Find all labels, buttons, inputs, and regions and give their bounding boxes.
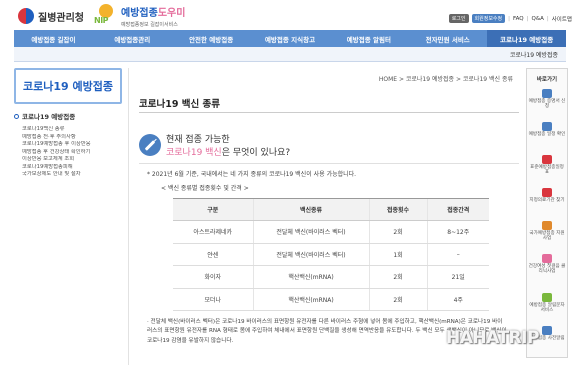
- nip-subtitle: 예방접종정보 길잡이서비스: [121, 22, 178, 28]
- cell-doses: 2회: [368, 220, 427, 244]
- table-header-row: 구분 백신종류 접종횟수 접종간격: [173, 198, 489, 221]
- breadcrumb[interactable]: HOME > 코로나19 예방접종 > 코로나19 백신 종류: [379, 74, 513, 83]
- sidebar-item-injury[interactable]: 코로나19예방접종피해: [22, 164, 122, 172]
- sidebar-menu: 코로나19백신 종류 예방접종 전·후 주의사항 코로나19예방접종 후 이상반…: [22, 126, 122, 179]
- cell-name: 화이자: [173, 265, 253, 289]
- quick-item-sms-alert[interactable]: 예방접종 알림문자 서비스: [527, 293, 567, 314]
- table-row: 화이자 핵산백신(mRNA) 2회 21일: [173, 265, 489, 289]
- faq-link[interactable]: FAQ: [513, 16, 524, 22]
- nav-item-knowledge[interactable]: 예방접종 지식창고: [251, 30, 330, 47]
- utility-links: 로그인 회원정보수정 | FAQ | Q&A | 사이트맵: [448, 14, 572, 23]
- sidebar-item-report-lookup[interactable]: 이상반응 보고체계 조회: [22, 156, 122, 164]
- quick-item-support-program[interactable]: 국가예방접종 지원사업: [527, 221, 567, 242]
- cell-name: 모더나: [173, 288, 253, 312]
- cell-interval: –: [426, 243, 489, 267]
- sub-nav-bar: 코로나19 예방접종: [14, 47, 566, 62]
- quick-item-women-clinic[interactable]: 건강여성 첫걸음 클리닉사업: [527, 254, 567, 275]
- schedule-icon: [542, 155, 552, 164]
- quick-menu: 바로가기 예방접종 증명서 신청 예방접종 일정 확인 표준예방접종일정표 지정…: [526, 68, 568, 358]
- nav-item-safety[interactable]: 안전한 예방접종: [172, 30, 251, 47]
- cell-doses: 2회: [368, 288, 427, 312]
- support-icon: [542, 221, 552, 230]
- kdca-logo-text: 질병관리청: [38, 12, 84, 24]
- info-note: * 2021년 6월 기준, 국내에서는 네 가지 종류의 코로나19 백신이 …: [147, 171, 357, 178]
- cell-doses: 1회: [368, 243, 427, 267]
- title-divider: [139, 112, 519, 113]
- hospital-icon: [542, 188, 552, 197]
- header-interval: 접종간격: [426, 198, 489, 221]
- cell-type: 핵산백신(mRNA): [252, 288, 369, 312]
- site-header: 질병관리청 NIP 예방접종도우미 예방접종정보 길잡이서비스 로그인 회원정보…: [0, 0, 580, 30]
- cell-name: 얀센: [173, 243, 253, 267]
- nav-item-covid19[interactable]: 코로나19 예방접종: [487, 30, 567, 47]
- vaccine-table: 구분 백신종류 접종횟수 접종간격 아스트라제네카 전달체 백신(바이러스 벡터…: [173, 198, 489, 312]
- sidebar-group-covid19[interactable]: 코로나19 예방접종: [14, 110, 122, 122]
- nip-logo[interactable]: NIP 예방접종도우미 예방접종정보 길잡이서비스: [94, 4, 185, 28]
- cell-type: 전달체 백신(바이러스 벡터): [252, 243, 369, 267]
- kdca-logo[interactable]: 질병관리청: [18, 6, 84, 26]
- bullet-icon: [14, 113, 19, 119]
- cell-type: 전달체 백신(바이러스 벡터): [252, 220, 369, 244]
- nip-title: 예방접종도우미: [121, 8, 186, 19]
- page-title: 코로나19 백신 종류: [139, 99, 221, 110]
- left-sidebar: 코로나19 예방접종 코로나19 예방접종 코로나19백신 종류 예방접종 전·…: [14, 68, 122, 365]
- sidebar-item-precautions[interactable]: 예방접종 전·후 주의사항: [22, 134, 122, 142]
- quick-item-schedule-check[interactable]: 예방접종 일정 확인: [527, 122, 567, 137]
- sidebar-item-health-check[interactable]: 예방접종 후 건강상태 확인하기: [22, 149, 122, 157]
- member-edit-button[interactable]: 회원정보수정: [471, 14, 506, 23]
- cell-interval: 21일: [426, 265, 489, 289]
- main-nav: 예방접종 길잡이 예방접종관리 안전한 예방접종 예방접종 지식창고 예방접종 …: [14, 30, 567, 47]
- cell-name: 아스트라제네카: [173, 220, 253, 244]
- table-row: 얀센 전달체 백신(바이러스 벡터) 1회 –: [173, 243, 489, 267]
- certificate-icon: [542, 89, 552, 98]
- qa-link[interactable]: Q&A: [532, 16, 544, 22]
- nip-sun-icon: NIP: [94, 4, 118, 26]
- table-row: 모더나 핵산백신(mRNA) 2회 4주: [173, 288, 489, 312]
- table-caption: < 백신 종류별 접종횟수 및 간격 >: [161, 185, 249, 192]
- intro-divider: [139, 163, 519, 164]
- intro-question-line1: 현재 접종 가능한: [166, 135, 230, 145]
- sidebar-item-compensation[interactable]: 국가보상제도 안내 및 절차: [22, 171, 122, 179]
- nav-item-e-service[interactable]: 전자민원 서비스: [408, 30, 487, 47]
- nip-mark-text: NIP: [94, 16, 109, 25]
- kdca-emblem-icon: [18, 8, 34, 24]
- header-vaccine-type: 백신종류: [252, 198, 369, 221]
- sidebar-title: 코로나19 예방접종: [14, 68, 122, 104]
- sidebar-item-vaccine-types[interactable]: 코로나19백신 종류: [22, 126, 122, 134]
- sitemap-link[interactable]: 사이트맵: [552, 15, 572, 23]
- syringe-icon: [139, 134, 161, 156]
- watermark-text: HAHATRIP: [446, 328, 539, 348]
- sub-nav-covid19[interactable]: 코로나19 예방접종: [510, 50, 558, 59]
- clinic-icon: [542, 254, 552, 263]
- login-button[interactable]: 로그인: [448, 14, 469, 23]
- table-row: 아스트라제네카 전달체 백신(바이러스 벡터) 2회 8~12주: [173, 220, 489, 244]
- main-content: HOME > 코로나19 예방접종 > 코로나19 백신 종류 코로나19 백신…: [128, 68, 523, 365]
- intro-question-line2: 코로나19 백신은 무엇이 있나요?: [166, 148, 291, 158]
- calendar-icon: [542, 122, 552, 131]
- speaker-icon: [542, 293, 552, 302]
- sidebar-item-adverse-reactions[interactable]: 코로나19예방접종 후 이상반응: [22, 141, 122, 149]
- cell-interval: 4주: [426, 288, 489, 312]
- cell-doses: 2회: [368, 265, 427, 289]
- quick-item-certificate[interactable]: 예방접종 증명서 신청: [527, 89, 567, 110]
- cell-interval: 8~12주: [426, 220, 489, 244]
- quick-item-find-clinic[interactable]: 지정의료기관 찾기: [527, 188, 567, 203]
- cell-type: 핵산백신(mRNA): [252, 265, 369, 289]
- nav-item-management[interactable]: 예방접종관리: [93, 30, 172, 47]
- nav-item-guide[interactable]: 예방접종 길잡이: [14, 30, 93, 47]
- phone-icon: [542, 326, 552, 335]
- header-category: 구분: [173, 198, 253, 221]
- quick-item-standard-schedule[interactable]: 표준예방접종일정표: [527, 155, 567, 176]
- quick-menu-title: 바로가기: [536, 77, 558, 83]
- header-doses: 접종횟수: [368, 198, 427, 221]
- nav-item-notice[interactable]: 예방접종 알림터: [329, 30, 408, 47]
